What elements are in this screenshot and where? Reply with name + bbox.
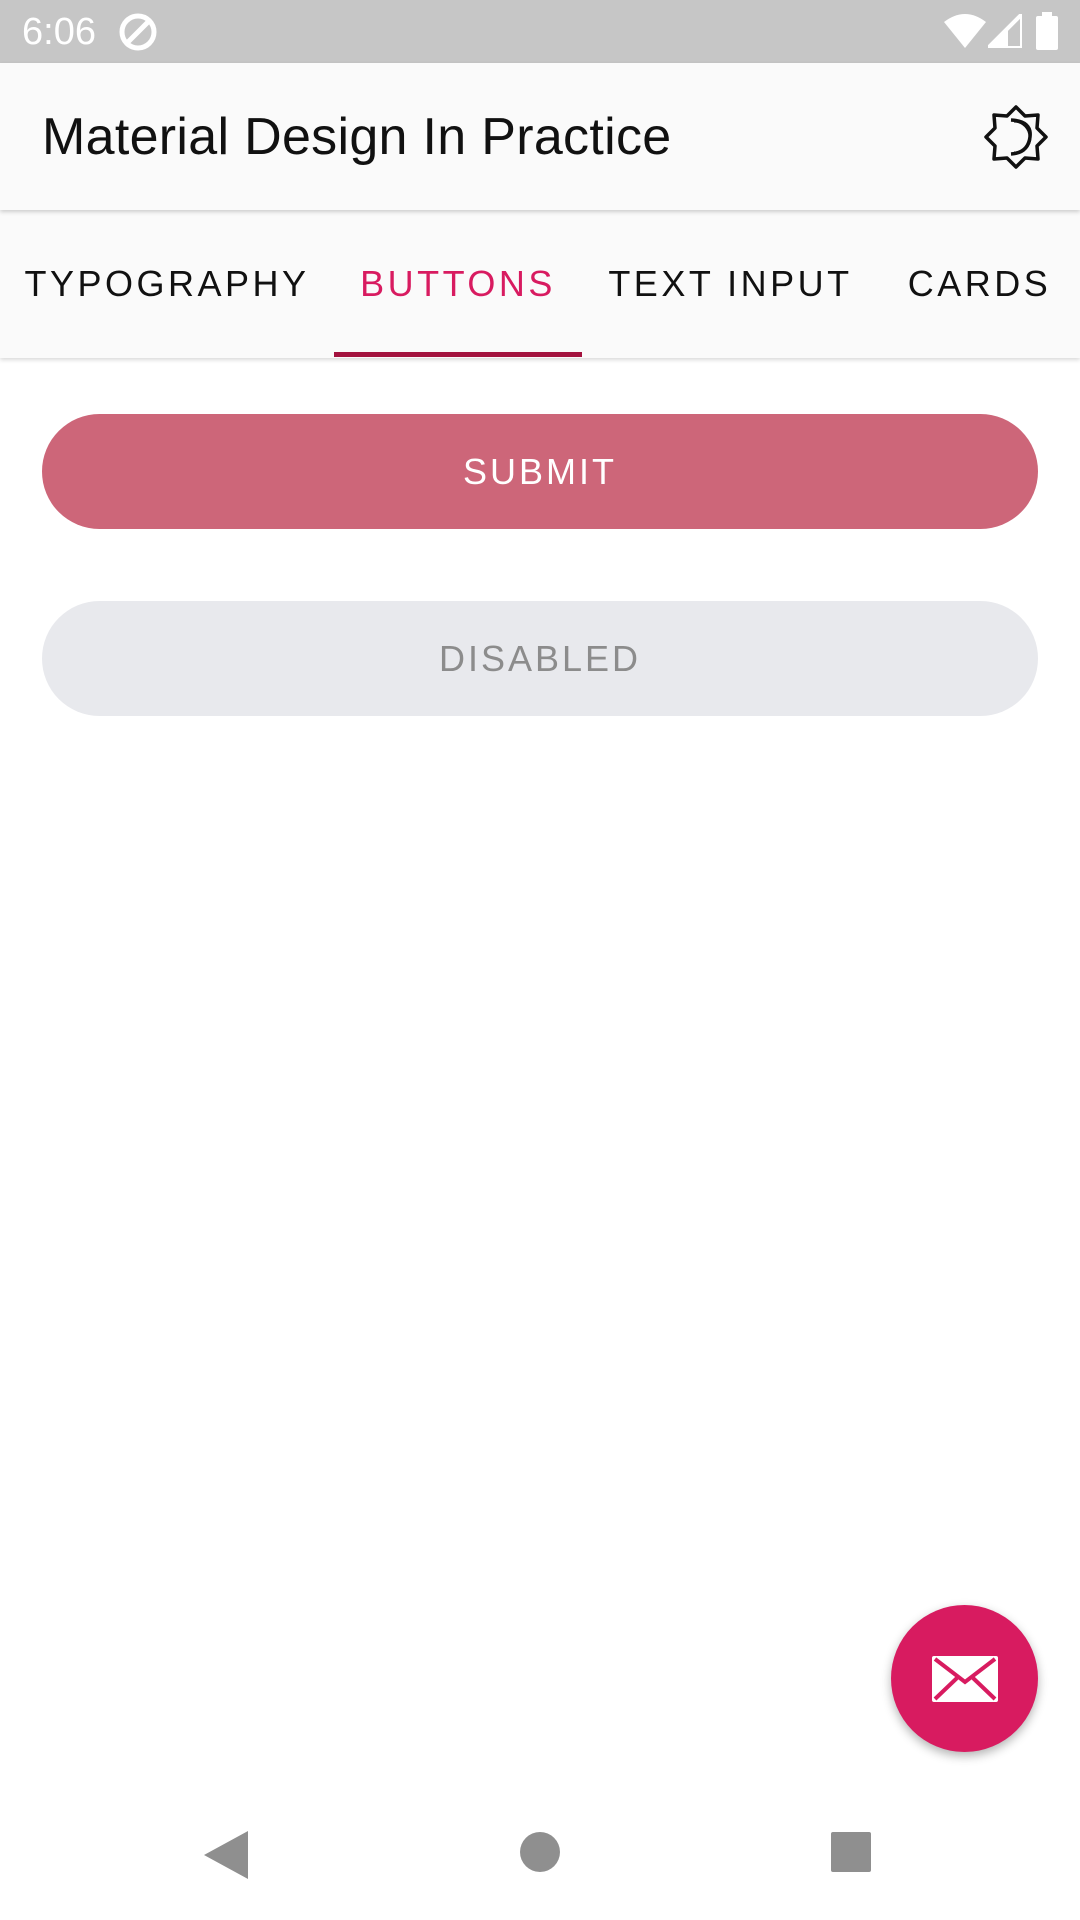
tab-cards[interactable]: CARDS: [879, 210, 1080, 358]
navigation-bar: [0, 1794, 1080, 1920]
tab-indicator: [334, 352, 582, 357]
status-time: 6:06: [22, 11, 96, 53]
disabled-button: DISABLED: [42, 601, 1038, 716]
tab-text-input[interactable]: TEXT INPUT: [582, 210, 879, 358]
cell-signal-icon: [988, 14, 1022, 48]
home-icon[interactable]: [520, 1832, 560, 1872]
mail-icon: [931, 1655, 998, 1702]
wifi-icon: [944, 14, 986, 48]
app-bar: Material Design In Practice: [0, 63, 1080, 210]
screen: 6:06 Material Design In Practice TYPOGRA…: [0, 0, 1080, 1920]
theme-toggle-icon: [984, 105, 1048, 169]
submit-button[interactable]: SUBMIT: [42, 414, 1038, 529]
back-icon[interactable]: [204, 1831, 248, 1879]
at-sign-icon: [119, 13, 157, 51]
mail-fab-button[interactable]: [891, 1605, 1038, 1752]
recents-icon[interactable]: [831, 1832, 871, 1872]
status-bar: 6:06: [0, 0, 1080, 63]
tab-typography[interactable]: TYPOGRAPHY: [0, 210, 334, 358]
theme-toggle-button[interactable]: [984, 105, 1048, 169]
tab-bar: TYPOGRAPHY BUTTONS TEXT INPUT CARDS: [0, 210, 1080, 358]
tab-buttons[interactable]: BUTTONS: [334, 210, 582, 358]
battery-icon: [1036, 12, 1058, 50]
app-title: Material Design In Practice: [42, 108, 672, 166]
